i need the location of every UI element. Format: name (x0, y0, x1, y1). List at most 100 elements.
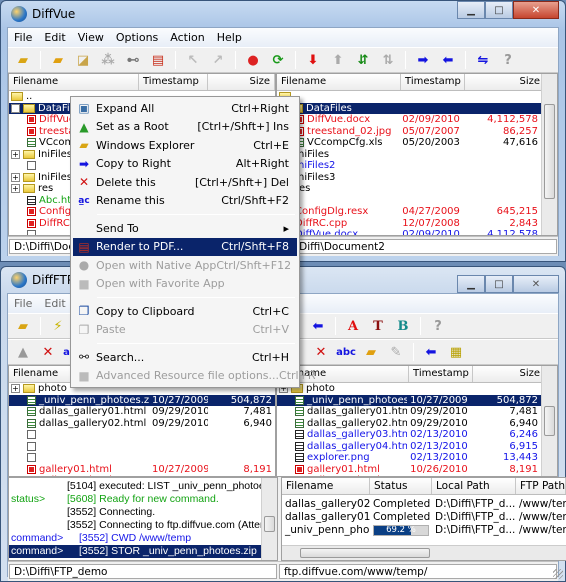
menu-item-send-to[interactable]: Send To ▸ (73, 219, 297, 238)
table-row[interactable] (9, 452, 275, 464)
transfer-queue[interactable]: Filename Status Local Path FTP Path dall… (281, 477, 566, 561)
menu-file[interactable]: File (13, 31, 33, 44)
diffvue-right-pane[interactable]: Filename Timestamp Size ..−DataFilesDiff… (276, 73, 558, 236)
queue-col-status[interactable]: Status (370, 478, 432, 494)
col-size[interactable]: Size (473, 366, 546, 382)
queue-icon[interactable]: ▦ (445, 342, 467, 362)
menu-edit[interactable]: Edit (43, 297, 66, 310)
table-row[interactable]: VCcompCfg.xls 05/20/2003 47,616 (277, 137, 541, 149)
table-row[interactable]: IniFiles (277, 149, 541, 161)
menu-action[interactable]: Action (169, 31, 205, 44)
back-icon[interactable]: ⬅ (307, 316, 329, 336)
queue-col-local-path[interactable]: Local Path (432, 478, 516, 494)
table-row[interactable]: dallas_gallery04.html 02/13/2010 6,915 (277, 441, 541, 453)
ascii-mode-icon[interactable]: A (342, 316, 364, 336)
queue-row[interactable]: dallas_gallery02....Completed D:\Diffi\FT… (282, 498, 566, 511)
table-row[interactable]: dallas_gallery01.html 09/29/2010 7,481 (277, 406, 541, 418)
table-row[interactable]: gallery01.html 10/26/2010 8,191 (277, 464, 541, 476)
col-timestamp[interactable]: Timestamp (139, 74, 208, 90)
copy-right-icon[interactable]: ➡ (412, 50, 434, 70)
text-mode-icon[interactable]: T (367, 316, 389, 336)
table-row[interactable]: IniFiles3 (277, 172, 541, 184)
table-row[interactable]: _univ_penn_photoes....10/27/2009 504,872 (277, 394, 541, 406)
table-row[interactable]: res (277, 183, 541, 195)
table-row[interactable]: + photo (277, 383, 541, 395)
delete-remote-icon[interactable]: ✕ (310, 342, 332, 362)
new-folder-icon[interactable]: ▰ (47, 50, 69, 70)
close-button[interactable]: ✕ (513, 1, 559, 19)
menu-options[interactable]: Options (115, 31, 159, 44)
pdf-folder-icon[interactable]: ▤ (147, 50, 169, 70)
download-icon[interactable]: ⬅ (420, 342, 442, 362)
table-row[interactable]: treestand_02.jpg 05/07/2007 86,257 (277, 126, 541, 138)
menu-file[interactable]: File (13, 297, 33, 310)
ftp-log[interactable]: [5104] executed: LIST _univ_penn_photoes… (8, 477, 278, 561)
table-row[interactable]: .. (277, 91, 541, 103)
menu-item-windows-explorer[interactable]: ▰ Windows Explorer Ctrl+E (73, 136, 297, 155)
next-change-icon[interactable]: ⇵ (352, 50, 374, 70)
collapse-icon[interactable]: − (11, 103, 20, 113)
queue-col-ftp-path[interactable]: FTP Path (516, 478, 566, 494)
menu-item-render-to-pdf[interactable]: ▤ Render to PDF... Ctrl/Shft+F8 (73, 237, 297, 256)
table-row[interactable] (9, 429, 275, 441)
queue-row[interactable]: _univ_penn_pho... 69.2 % D:\Diffi\FTP_d...… (282, 524, 566, 537)
prev-change-icon[interactable]: ⇅ (377, 50, 399, 70)
open-folder-icon[interactable]: ▰ (12, 50, 34, 70)
maximize-button[interactable]: □ (485, 275, 513, 293)
menu-item-search[interactable]: ⚯ Search... Ctrl+H (73, 348, 297, 367)
vertical-scrollbar[interactable] (541, 366, 557, 476)
table-row[interactable]: DiffVue.docx 02/09/2010 4,112,578 (277, 114, 541, 126)
delete-icon[interactable]: ✕ (37, 342, 59, 362)
menu-item-copy-to-clipboard[interactable]: ❐ Copy to Clipboard Ctrl+C (73, 302, 297, 321)
copy-left-icon[interactable]: ⬅ (437, 50, 459, 70)
help-icon[interactable]: ? (427, 316, 449, 336)
menu-item-copy-to-right[interactable]: ➡ Copy to Right Alt+Right (73, 155, 297, 174)
connect-icon[interactable]: ⚡ (47, 316, 69, 336)
menu-edit[interactable]: Edit (43, 31, 66, 44)
table-row[interactable]: DiffVue.docx 02/09/2010 4,112,578 (277, 229, 541, 235)
menu-item-set-as-a-root[interactable]: ▲ Set as a Root [Ctrl+/Shft+] Ins (73, 118, 297, 137)
menu-item-delete-this[interactable]: ✕ Delete this [Ctrl+/Shft+] Del (73, 173, 297, 192)
menu-help[interactable]: Help (216, 31, 243, 44)
help-icon[interactable]: ? (497, 50, 519, 70)
col-size[interactable]: Size (465, 74, 546, 90)
expand-icon[interactable]: + (11, 149, 20, 159)
network-icon[interactable]: ⁂ (97, 50, 119, 70)
table-row[interactable]: dallas_gallery02.html 09/29/2010 6,940 (9, 418, 275, 430)
col-size[interactable]: Size (208, 74, 276, 90)
col-filename[interactable]: Filename (9, 74, 139, 90)
open-folder-icon[interactable]: ▰ (12, 316, 34, 336)
col-timestamp[interactable]: Timestamp (401, 74, 466, 90)
table-row[interactable] (277, 195, 541, 207)
menu-item-rename-this[interactable]: a̲c Rename this Ctrl/Shft+F2 (73, 192, 297, 211)
refresh-icon[interactable]: ⟳ (267, 50, 289, 70)
queue-row[interactable]: dallas_gallery01....Completed D:\Diffi\FT… (282, 511, 566, 524)
menu-item-expand-all[interactable]: ▣ Expand All Ctrl+Right (73, 99, 297, 118)
prev-diff-icon[interactable]: ⬆ (327, 50, 349, 70)
minimize-button[interactable]: ▁ (457, 1, 485, 19)
table-row[interactable]: IniFiles2 (277, 160, 541, 172)
redo-icon[interactable]: ↗ (207, 50, 229, 70)
table-row[interactable]: dallas_gallery03.html 02/13/2010 6,246 (277, 429, 541, 441)
menu-view[interactable]: View (77, 31, 105, 44)
link-icon[interactable]: ⊷ (122, 50, 144, 70)
table-row[interactable]: _univ_penn_photoes.zip 10/27/2009 504,872 (9, 394, 276, 406)
table-row[interactable]: dallas_gallery01.html 09/29/2010 7,481 (9, 406, 275, 418)
next-diff-icon[interactable]: ⬇ (302, 50, 324, 70)
up-icon[interactable]: ▲ (12, 342, 34, 362)
explorer-icon[interactable]: ◪ (72, 50, 94, 70)
compare-colors-icon[interactable]: ● (242, 50, 264, 70)
expand-icon[interactable]: + (11, 172, 20, 182)
table-row[interactable]: gallery01.html 10/27/2009 8,191 (9, 464, 275, 476)
swap-icon[interactable]: ⇋ (472, 50, 494, 70)
maximize-button[interactable]: □ (485, 1, 513, 19)
minimize-button[interactable]: ▁ (457, 275, 485, 293)
undo-icon[interactable]: ↖ (182, 50, 204, 70)
resize-grip[interactable] (553, 569, 563, 579)
rename-remote-icon[interactable]: abc (335, 342, 357, 362)
new-folder-icon[interactable]: ▰ (360, 342, 382, 362)
table-row[interactable]: dallas_gallery02.html 09/29/2010 6,940 (277, 418, 541, 430)
log-scrollbar[interactable] (261, 478, 277, 560)
edit-icon[interactable]: ✎ (385, 342, 407, 362)
table-row[interactable]: DiffRC.cpp 12/07/2008 2,843 (277, 218, 541, 230)
